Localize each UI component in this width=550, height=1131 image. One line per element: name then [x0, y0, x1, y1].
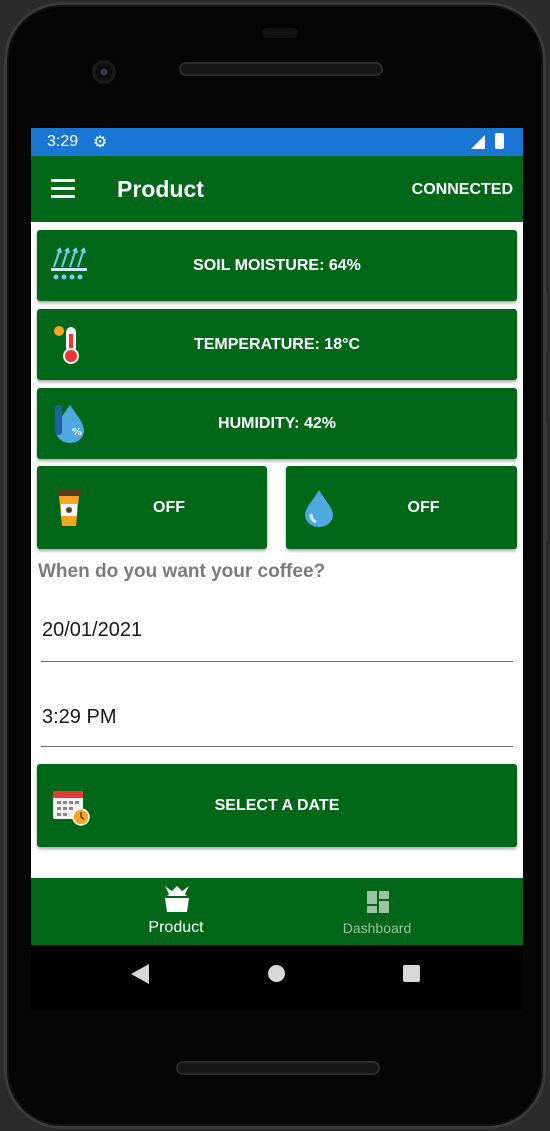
signal-icon — [471, 135, 485, 149]
water-toggle-label: OFF — [407, 498, 440, 516]
dashboard-icon — [366, 890, 390, 919]
volume-button — [543, 422, 547, 542]
water-toggle-button[interactable]: OFF — [286, 466, 517, 549]
coffee-toggle-button[interactable]: OFF — [37, 466, 267, 549]
bottom-speaker — [176, 1061, 380, 1075]
time-field[interactable]: 3:29 PM — [41, 688, 513, 747]
app-bar: Product CONNECTED — [31, 156, 523, 222]
bottom-navigation: Product Dashboard — [31, 878, 523, 945]
select-date-label: SELECT A DATE — [214, 796, 340, 814]
humidity-card[interactable]: % HUMIDITY: 42% — [37, 388, 517, 459]
date-value: 20/01/2021 — [42, 619, 143, 641]
recent-apps-icon[interactable] — [403, 965, 420, 982]
coffee-toggle-label: OFF — [153, 498, 185, 516]
date-field[interactable]: 20/01/2021 — [41, 601, 513, 662]
humidity-label: HUMIDITY: 42% — [218, 414, 336, 432]
front-camera — [92, 60, 116, 84]
time-value: 3:29 PM — [42, 706, 117, 728]
system-navigation-bar — [31, 945, 523, 1010]
soil-moisture-card[interactable]: SOIL MOISTURE: 64% — [37, 230, 517, 301]
status-time: 3:29 — [47, 133, 79, 150]
coffee-question: When do you want your coffee? — [38, 561, 326, 582]
battery-icon — [495, 133, 504, 149]
nav-label-dashboard: Dashboard — [342, 920, 412, 936]
select-date-button[interactable]: SELECT A DATE — [37, 764, 517, 847]
nav-item-dashboard[interactable]: Dashboard — [254, 878, 500, 945]
connection-status[interactable]: CONNECTED — [412, 181, 513, 199]
temperature-label: TEMPERATURE: 18°C — [193, 335, 361, 353]
screen: 3:29 ⚙ Product CONNECTED SOIL MOISTURE: … — [31, 128, 523, 1010]
power-button — [543, 292, 547, 352]
hamburger-icon[interactable] — [51, 179, 75, 199]
page-title: Product — [117, 176, 204, 202]
plant-icon — [163, 884, 191, 919]
status-bar: 3:29 ⚙ — [31, 128, 523, 156]
earpiece-speaker — [179, 62, 383, 76]
top-slot — [262, 28, 298, 38]
home-icon[interactable] — [268, 965, 285, 982]
back-icon[interactable] — [131, 964, 149, 984]
temperature-card[interactable]: TEMPERATURE: 18°C — [37, 309, 517, 380]
soil-moisture-label: SOIL MOISTURE: 64% — [193, 256, 361, 274]
gear-icon: ⚙ — [93, 134, 108, 151]
